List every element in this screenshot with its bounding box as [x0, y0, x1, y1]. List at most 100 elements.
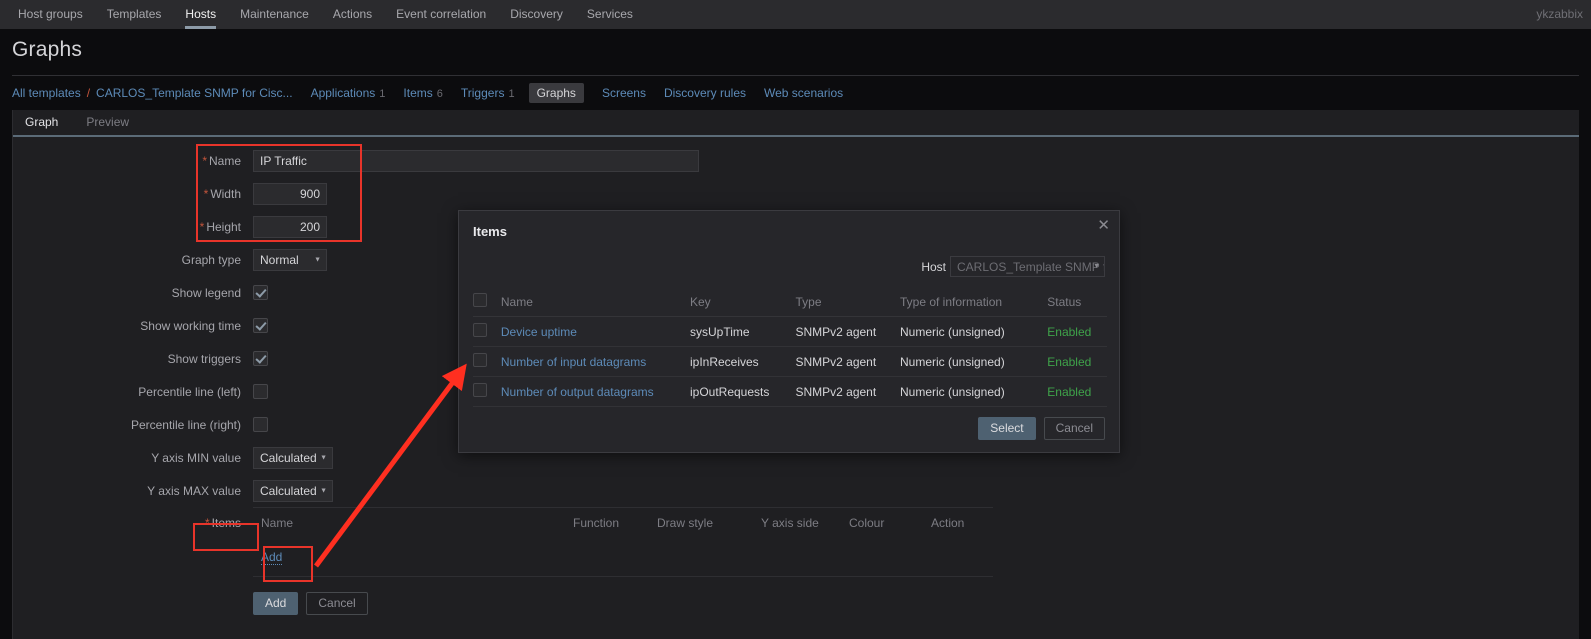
y-axis-min-selectwrap: Calculated: [253, 446, 333, 469]
column-header-name: Name: [261, 516, 294, 530]
items-label-text: Items: [211, 516, 241, 530]
height-label: * Height: [13, 220, 253, 234]
row-select-cell: [473, 323, 501, 340]
table-row[interactable]: Device uptime sysUpTime SNMPv2 agent Num…: [473, 317, 1107, 347]
column-header-status: Status: [1047, 294, 1082, 309]
row-checkbox[interactable]: [473, 323, 487, 337]
object-tab-applications[interactable]: Applications 1: [311, 86, 386, 100]
nav-item-services[interactable]: Services: [575, 0, 645, 29]
breadcrumb: All templates / CARLOS_Template SNMP for…: [0, 80, 1591, 106]
cell-type: SNMPv2 agent: [795, 354, 877, 369]
object-tab-triggers[interactable]: Triggers 1: [461, 86, 515, 100]
object-tab-items-count: 6: [436, 88, 443, 100]
required-marker: *: [202, 153, 207, 168]
column-header-colour: Colour: [849, 516, 885, 530]
column-header-type: Type: [795, 294, 822, 309]
nav-item-actions[interactable]: Actions: [321, 0, 384, 29]
host-filter-label: Host: [921, 259, 946, 274]
object-tab-items[interactable]: Items 6: [403, 86, 442, 100]
show-triggers-label: Show triggers: [167, 351, 241, 366]
object-tab-graphs[interactable]: Graphs: [528, 83, 584, 103]
percentile-right-control: [253, 417, 268, 432]
nav-item-host-groups[interactable]: Host groups: [6, 0, 95, 29]
show-legend-control: [253, 285, 268, 300]
cell-key: ipInReceives: [689, 354, 759, 369]
table-row[interactable]: Number of input datagrams ipInReceives S…: [473, 347, 1107, 377]
height-input[interactable]: [253, 215, 327, 238]
column-header-name: Name: [500, 294, 533, 309]
cell-name: Number of output datagrams: [501, 385, 690, 399]
breadcrumb-all-templates[interactable]: All templates: [12, 86, 81, 100]
percentile-left-checkbox[interactable]: [253, 384, 268, 399]
status-badge: Enabled: [1047, 354, 1092, 369]
table-row[interactable]: Number of output datagrams ipOutRequests…: [473, 377, 1107, 407]
nav-item-maintenance[interactable]: Maintenance: [228, 0, 321, 29]
show-triggers-checkbox[interactable]: [253, 351, 268, 366]
object-tab-screens[interactable]: Screens: [602, 86, 646, 100]
item-name-link[interactable]: Device uptime: [501, 325, 577, 339]
form-row-name: * Name: [13, 144, 1579, 177]
nav-item-discovery[interactable]: Discovery: [498, 0, 575, 29]
item-name-link[interactable]: Number of output datagrams: [501, 385, 654, 399]
show-working-time-checkbox[interactable]: [253, 318, 268, 333]
width-input[interactable]: [253, 182, 327, 205]
nav-item-templates[interactable]: Templates: [95, 0, 174, 29]
width-label: * Width: [13, 187, 253, 201]
width-control: [253, 182, 327, 205]
y-axis-min-control: Calculated: [253, 446, 333, 469]
form-actions: Add Cancel: [253, 592, 368, 615]
graph-items-add-row: Add: [253, 538, 993, 576]
nav-item-event-correlation[interactable]: Event correlation: [384, 0, 498, 29]
show-legend-label: Show legend: [171, 285, 241, 300]
percentile-right-label: Percentile line (right): [130, 417, 241, 432]
breadcrumb-template-name[interactable]: CARLOS_Template SNMP for Cisc...: [96, 86, 293, 100]
select-all-checkbox[interactable]: [473, 293, 487, 307]
breadcrumb-separator: /: [86, 86, 91, 100]
object-tab-discovery-rules[interactable]: Discovery rules: [664, 86, 746, 100]
graph-type-select[interactable]: Normal: [253, 248, 327, 271]
current-user-label[interactable]: ykzabbix: [1536, 0, 1583, 29]
column-header-action: Action: [931, 516, 965, 530]
column-header-function: Function: [573, 516, 620, 530]
percentile-left-control: [253, 384, 268, 399]
status-badge: Enabled: [1047, 384, 1092, 399]
column-header-type-of-information: Type of information: [899, 294, 1003, 309]
graph-type-control: Normal: [253, 248, 327, 271]
show-legend-checkbox[interactable]: [253, 285, 268, 300]
cell-key: ipOutRequests: [689, 384, 770, 399]
y-axis-min-select[interactable]: Calculated: [253, 446, 333, 469]
nav-item-hosts[interactable]: Hosts: [173, 0, 228, 29]
name-input[interactable]: [253, 149, 699, 172]
percentile-right-checkbox[interactable]: [253, 417, 268, 432]
form-cancel-button[interactable]: Cancel: [306, 592, 368, 615]
name-label-text: Name: [208, 153, 241, 168]
object-tab-items-label: Items: [403, 86, 433, 100]
dialog-select-button[interactable]: Select: [978, 417, 1036, 440]
percentile-left-label: Percentile line (left): [138, 384, 241, 399]
cell-name: Device uptime: [501, 325, 690, 339]
required-marker: *: [204, 516, 210, 530]
dialog-host-filter: Host CARLOS_Template SNMP for Cisco Gene…: [921, 256, 1105, 277]
row-checkbox[interactable]: [473, 353, 487, 367]
object-tab-web-scenarios[interactable]: Web scenarios: [764, 86, 843, 100]
show-triggers-control: [253, 351, 268, 366]
items-add-link[interactable]: Add: [261, 550, 283, 565]
name-label: * Name: [13, 154, 253, 168]
host-filter-select[interactable]: CARLOS_Template SNMP for Cisco Generic ▼: [950, 256, 1105, 277]
column-header-draw-style: Draw style: [657, 516, 714, 530]
height-label-text: Height: [206, 219, 241, 234]
item-name-link[interactable]: Number of input datagrams: [501, 355, 646, 369]
submit-add-button[interactable]: Add: [253, 592, 299, 615]
row-checkbox[interactable]: [473, 383, 487, 397]
tab-preview[interactable]: Preview: [86, 109, 129, 136]
status-badge: Enabled: [1047, 324, 1092, 339]
tab-graph[interactable]: Graph: [25, 109, 58, 136]
dialog-items-table: Name Key Type Type of information Status…: [473, 287, 1107, 407]
y-axis-max-label: Y axis MAX value: [147, 483, 241, 498]
required-marker: *: [199, 219, 205, 234]
form-row-width: * Width: [13, 177, 1579, 210]
form-row-actions: Add Cancel: [13, 587, 1579, 620]
close-icon[interactable]: ✕: [1097, 218, 1110, 233]
dialog-cancel-button[interactable]: Cancel: [1043, 417, 1105, 440]
y-axis-max-select[interactable]: Calculated: [253, 479, 333, 502]
